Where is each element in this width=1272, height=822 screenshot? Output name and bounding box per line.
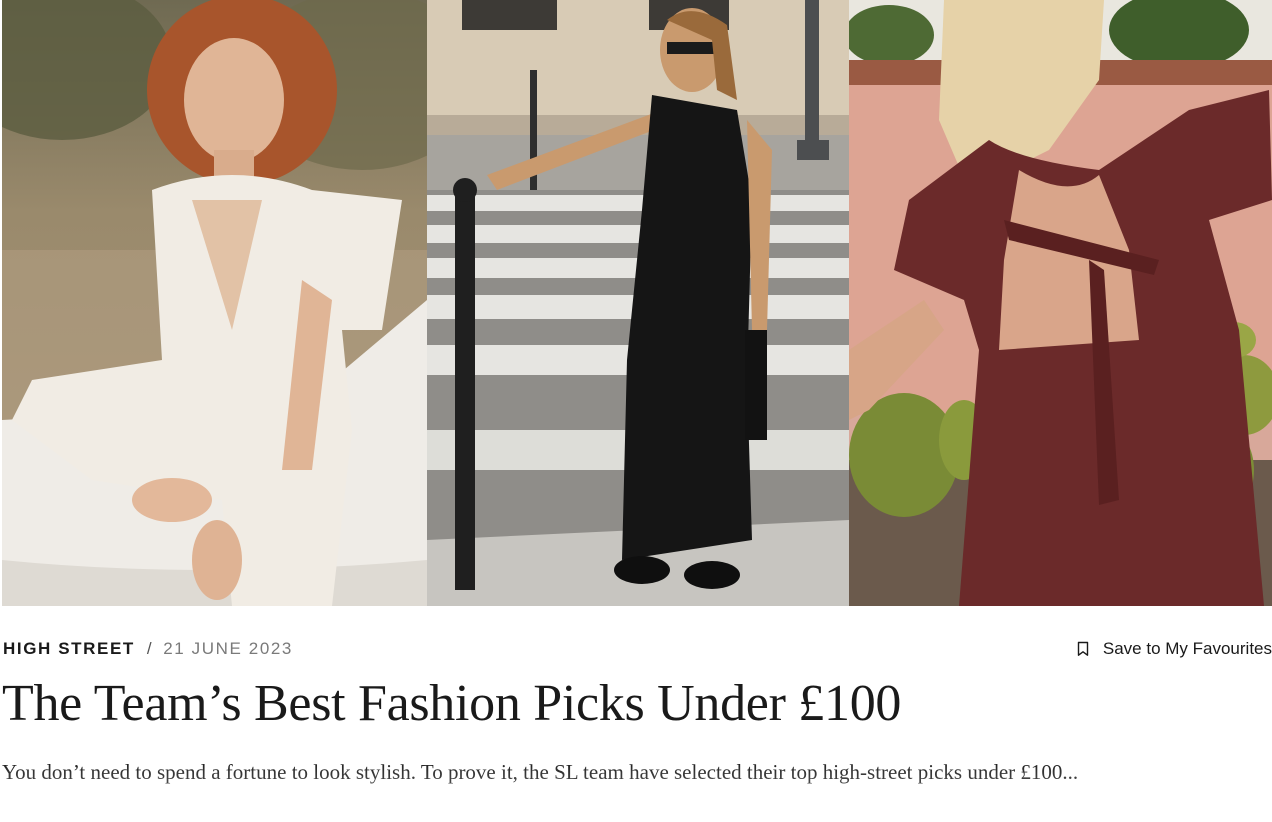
hero-image-strip bbox=[2, 0, 1272, 606]
save-to-favourites-button[interactable]: Save to My Favourites bbox=[1077, 639, 1272, 659]
article-excerpt: You don’t need to spend a fortune to loo… bbox=[2, 760, 1079, 784]
woman-in-black-dress-photo[interactable] bbox=[427, 0, 849, 606]
bookmark-icon bbox=[1077, 641, 1089, 657]
woman-in-white-jumpsuit-photo[interactable] bbox=[2, 0, 427, 606]
category-link[interactable]: HIGH STREET bbox=[3, 639, 135, 659]
article-meta-row: HIGH STREET / 21 JUNE 2023 Save to My Fa… bbox=[3, 636, 1272, 662]
woman-in-burgundy-dress-photo[interactable] bbox=[849, 0, 1272, 606]
publish-date: 21 JUNE 2023 bbox=[163, 639, 293, 658]
article-meta: HIGH STREET / 21 JUNE 2023 bbox=[3, 639, 293, 659]
article-title[interactable]: The Team’s Best Fashion Picks Under £100 bbox=[2, 668, 901, 740]
meta-separator: / bbox=[146, 639, 154, 658]
save-to-favourites-label: Save to My Favourites bbox=[1102, 639, 1272, 658]
